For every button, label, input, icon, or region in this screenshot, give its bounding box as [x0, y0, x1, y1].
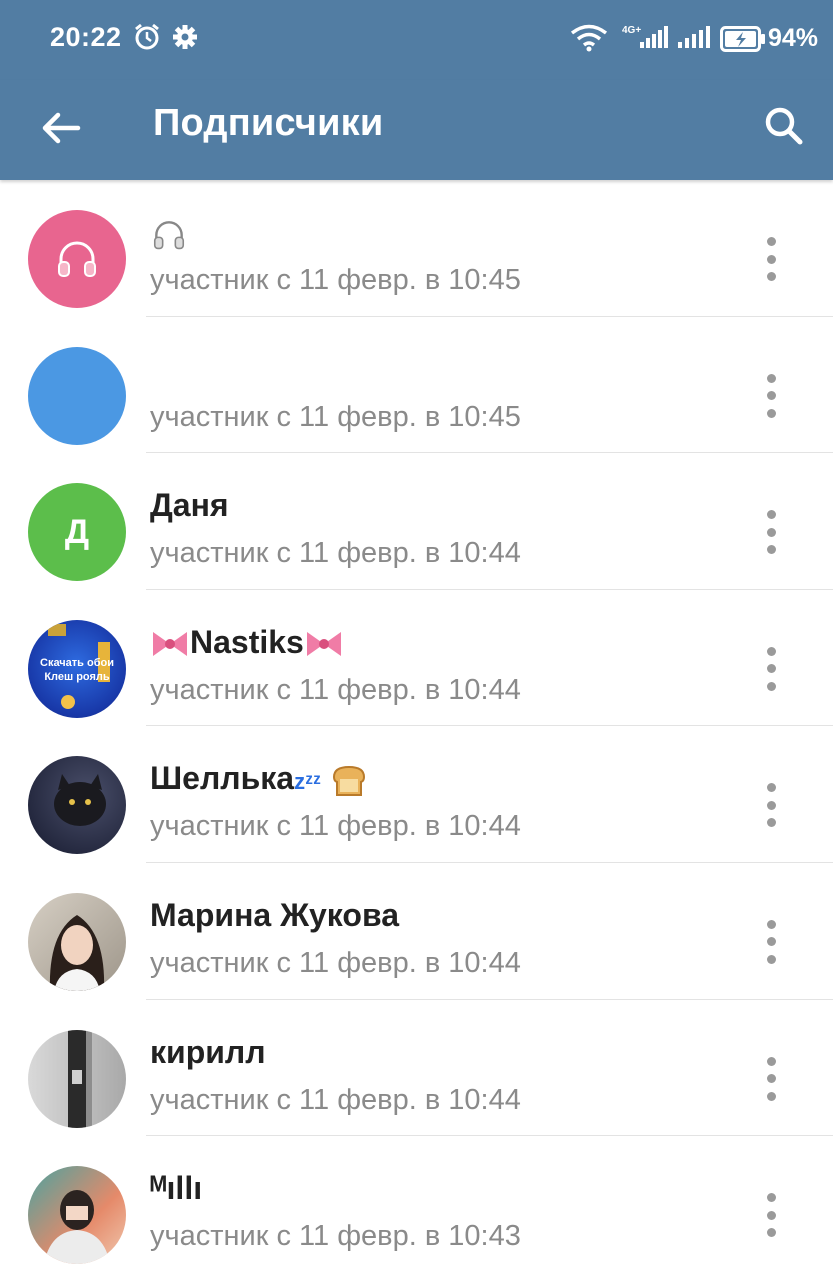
avatar-initial: Д	[64, 512, 90, 551]
list-item[interactable]: Д Даня участник с 11 февр. в 10:44	[0, 453, 833, 590]
list-item[interactable]: участник с 11 февр. в 10:45	[0, 180, 833, 317]
list-item[interactable]: кирилл участник с 11 февр. в 10:44	[0, 1000, 833, 1137]
list-item[interactable]: Марина Жукова участник с 11 февр. в 10:4…	[0, 863, 833, 1000]
more-options-icon[interactable]	[758, 1056, 784, 1101]
headphones-icon	[153, 220, 185, 249]
alarm-icon	[135, 23, 159, 50]
avatar[interactable]: Д	[28, 483, 126, 582]
avatar-photo	[68, 1029, 92, 1128]
signal-icon	[678, 26, 710, 48]
signal-4g-icon: 4G+	[622, 25, 668, 48]
battery-percent: 94%	[768, 24, 819, 52]
member-status: участник с 11 февр. в 10:43	[150, 1220, 521, 1253]
member-status: участник с 11 февр. в 10:44	[150, 810, 521, 843]
member-name	[150, 214, 188, 254]
wifi-icon	[570, 24, 608, 52]
avatar[interactable]: Скачать обои Клеш рояль	[28, 619, 126, 718]
avatar-photo	[44, 1190, 110, 1265]
more-options-icon[interactable]	[758, 510, 784, 555]
member-name: ᴹıllı	[150, 1170, 203, 1207]
member-name: кирилл	[150, 1033, 266, 1070]
avatar[interactable]	[28, 210, 126, 308]
avatar-photo	[54, 774, 106, 827]
member-status: участник с 11 февр. в 10:44	[150, 673, 521, 706]
bow-icon	[153, 632, 187, 657]
member-status: участник с 11 февр. в 10:45	[150, 400, 521, 433]
member-name: Даня	[150, 487, 229, 524]
svg-text:Скачать обои: Скачать обои	[40, 657, 114, 669]
member-name: Nastiks	[150, 624, 344, 662]
app-bar: Подписчики	[0, 80, 833, 180]
back-arrow-icon[interactable]	[36, 102, 88, 154]
headphones-icon	[58, 241, 96, 277]
list-item[interactable]: участник с 11 февр. в 10:45	[0, 317, 833, 454]
member-name: Шеллькаzᶻᶻ	[150, 760, 368, 799]
member-status: участник с 11 февр. в 10:44	[150, 1083, 521, 1116]
settings-gear-icon	[173, 25, 197, 49]
avatar-photo	[49, 914, 105, 991]
status-time: 20:22	[50, 22, 122, 52]
avatar[interactable]	[28, 346, 126, 445]
member-status: участник с 11 февр. в 10:45	[150, 264, 521, 296]
more-options-icon[interactable]	[758, 1193, 784, 1238]
avatar[interactable]	[28, 756, 126, 855]
more-options-icon[interactable]	[758, 783, 784, 828]
member-name: Марина Жукова	[150, 896, 399, 933]
bow-icon	[306, 632, 341, 657]
subscribers-list: участник с 11 февр. в 10:45 участник с 1…	[0, 180, 833, 1273]
page-title: Подписчики	[153, 102, 384, 144]
list-item[interactable]: ᴹıllı участник с 11 февр. в 10:43	[0, 1136, 833, 1273]
search-icon[interactable]	[758, 100, 810, 152]
avatar[interactable]	[28, 1029, 126, 1128]
more-options-icon[interactable]	[758, 646, 784, 691]
member-status: участник с 11 февр. в 10:44	[150, 537, 521, 570]
bread-icon	[332, 765, 365, 796]
avatar-photo: Скачать обои Клеш рояль	[40, 623, 114, 709]
member-status: участник с 11 февр. в 10:44	[150, 946, 521, 979]
avatar[interactable]	[28, 892, 126, 991]
svg-text:4G+: 4G+	[622, 25, 641, 36]
list-item[interactable]: Шеллькаzᶻᶻ участник с 11 февр. в 10:44	[0, 726, 833, 863]
list-item[interactable]: Скачать обои Клеш рояль Nastiks участник…	[0, 590, 833, 727]
avatar[interactable]	[28, 1166, 126, 1265]
more-options-icon[interactable]	[758, 373, 784, 418]
svg-text:Клеш рояль: Клеш рояль	[44, 671, 110, 683]
battery-icon	[720, 26, 765, 52]
more-options-icon[interactable]	[758, 919, 784, 964]
more-options-icon[interactable]	[758, 237, 784, 281]
status-bar: 20:22 4G+ 94%	[0, 0, 833, 80]
